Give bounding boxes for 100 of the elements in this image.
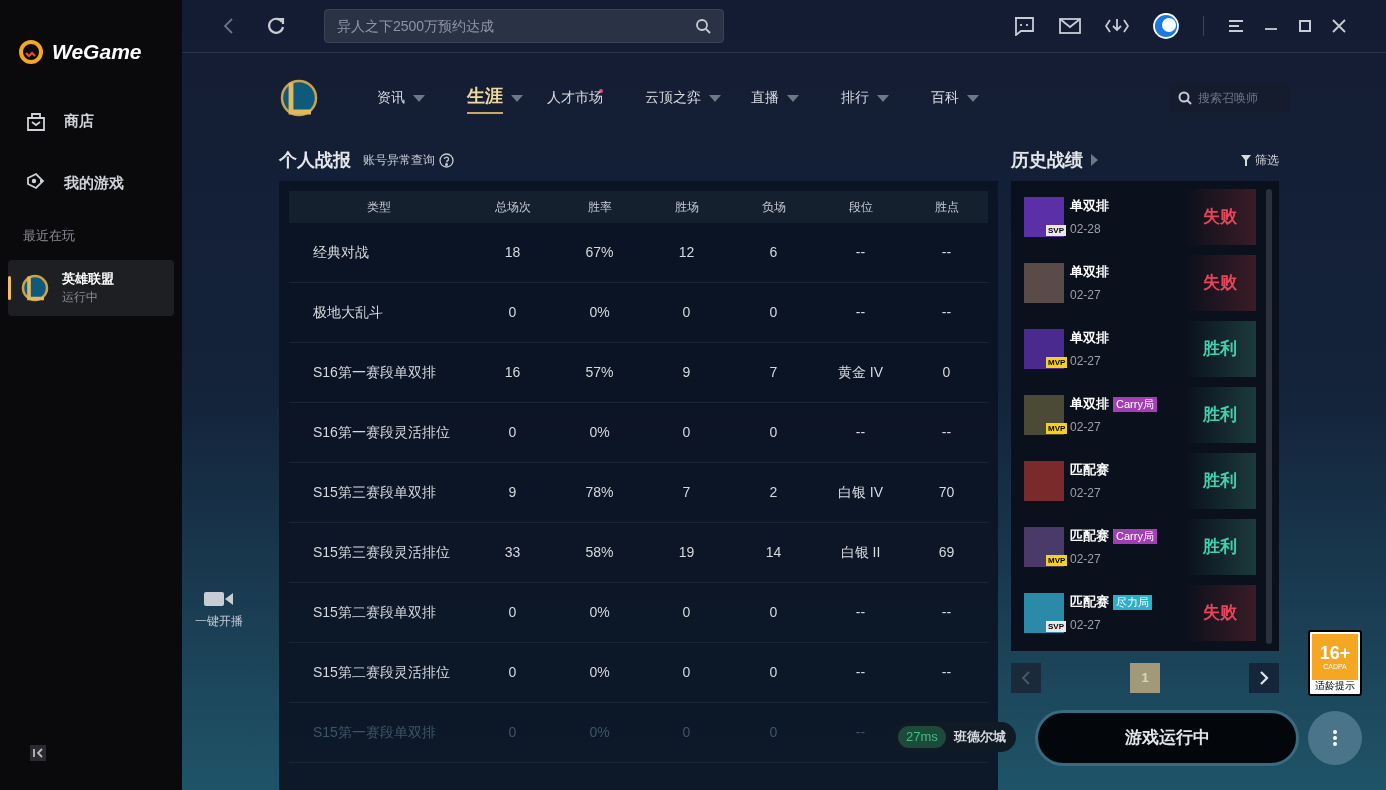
close-icon[interactable] [1332,19,1346,33]
table-cell-text: 0 [507,303,518,322]
nav-tab[interactable]: 直播 [751,86,779,110]
table-cell-text: 0 [941,363,952,382]
table-cell-text: S15第一赛段单双排 [312,723,437,742]
table-cell-text: 0% [588,723,611,742]
match-mode: 单双排 [1070,263,1109,282]
mvp-badge: SVP [1046,225,1066,236]
table-cell-text: 0 [681,303,692,322]
table-cell-text: 7 [768,363,779,382]
game-name: 英雄联盟 [62,269,114,288]
nav-tab[interactable]: 人才市场 [547,86,603,110]
match-row[interactable]: 单双排 02-27 失败 [1024,255,1257,311]
account-check-link[interactable]: 账号异常查询 [363,151,454,169]
caret-right-icon[interactable] [1091,154,1098,166]
avatar-icon[interactable] [1153,13,1179,39]
back-icon[interactable] [222,17,236,35]
table-cell-text: -- [940,303,953,322]
match-row[interactable]: MVP 单双排 Carry局 02-27 胜利 [1024,387,1257,443]
table-cell-text: 19 [677,543,696,562]
menu-icon[interactable] [1228,19,1244,33]
match-date: 02-27 [1070,352,1102,370]
match-row[interactable]: MVP 单双排 02-27 胜利 [1024,321,1257,377]
table-cell-text: 黄金 IV [836,363,885,382]
table-cell-text: 69 [937,543,956,562]
table-cell-text: 14 [764,543,783,562]
table-cell-text: 0 [507,423,518,442]
more-icon [1333,730,1337,746]
nav-tab[interactable]: 云顶之弈 [645,86,701,110]
league-logo-icon [279,78,319,118]
column-header: 胜率 [586,199,613,216]
section-title: 个人战报 [279,148,351,172]
table-cell-text: -- [854,723,867,742]
table-cell-text: 70 [937,483,956,502]
table-cell-text: 极地大乱斗 [312,303,384,322]
wegame-logo-icon [18,39,44,65]
table-cell-text: 6 [768,243,779,262]
table-cell-text: 67% [584,243,615,262]
table-cell-text: 57% [584,363,615,382]
sidebar-item[interactable]: 商店 [0,90,182,152]
game-status: 运行中 [62,289,99,307]
filter-button[interactable]: 筛选 [1241,151,1279,169]
league-logo-icon [20,272,50,303]
chat-icon[interactable] [1013,16,1035,36]
match-date: 02-28 [1070,220,1102,238]
go-live-button[interactable]: 一键开播 [192,590,246,630]
section-title: 历史战绩 [1011,148,1083,172]
nav-tab[interactable]: 资讯 [377,86,405,110]
next-page-icon[interactable] [1249,663,1279,693]
column-header: 负场 [760,199,787,216]
table-cell-text: -- [854,423,867,442]
refresh-icon[interactable] [266,16,286,36]
table-cell-text: -- [854,603,867,622]
match-row[interactable]: SVP 匹配赛 尽力局 02-27 失败 [1024,585,1257,641]
table-cell-text: 0 [507,603,518,622]
video-camera-icon [204,590,234,608]
ping-label: 27ms [898,726,946,748]
summoner-search-field[interactable]: 搜索召唤师 [1170,83,1290,113]
table-cell-text: 9 [507,483,518,502]
match-row[interactable]: SVP 单双排 02-28 失败 [1024,189,1257,245]
table-cell-text: 0 [681,663,692,682]
launch-button[interactable]: 游戏运行中 [1035,710,1299,766]
nav-tab[interactable]: 排行 [841,86,869,110]
search-icon [1178,91,1192,105]
match-date: 02-27 [1070,484,1102,502]
mail-icon[interactable] [1059,17,1081,35]
mvp-badge: MVP [1046,423,1068,434]
collapse-icon[interactable] [29,744,47,762]
match-tag: Carry局 [1113,528,1157,544]
match-row[interactable]: MVP 匹配赛 Carry局 02-27 胜利 [1024,519,1257,575]
table-cell-text: 0 [768,603,779,622]
column-header: 胜点 [933,199,960,216]
match-mode: 单双排 [1070,329,1109,348]
sidebar-item[interactable]: 我的游戏 [0,152,182,214]
table-cell-text: 0% [588,423,611,442]
table-cell-text: 58% [584,543,615,562]
table-cell-text: 0 [768,663,779,682]
match-tag: 尽力局 [1113,594,1152,610]
table-cell-text: -- [940,663,953,682]
table-cell-text: -- [940,243,953,262]
table-cell-text: S16第一赛段灵活排位 [312,423,451,442]
match-row[interactable]: 匹配赛 02-27 胜利 [1024,453,1257,509]
server-name: 班德尔城 [953,728,1006,747]
table-cell-text: 0 [768,423,779,442]
table-cell-text: -- [940,423,953,442]
recent-game-item[interactable]: 英雄联盟 运行中 [8,259,174,316]
nav-tab[interactable]: 百科 [931,86,959,110]
age-rating: 16+ [1319,643,1351,663]
table-cell-text: S15第二赛段灵活排位 [312,663,451,682]
table-cell-text: 0% [588,303,611,322]
table-cell-text: 0 [507,723,518,742]
nav-tab[interactable]: 生涯 [467,82,503,114]
table-cell-text: -- [854,303,867,322]
table-cell-text: 0 [768,723,779,742]
maximize-icon[interactable] [1298,19,1312,33]
table-cell-text: 33 [503,543,522,562]
table-cell-text: 2 [768,483,779,502]
help-icon [439,152,454,168]
summoner-search-input[interactable]: 搜索召唤师 [1198,83,1282,113]
table-cell-text: -- [854,663,867,682]
